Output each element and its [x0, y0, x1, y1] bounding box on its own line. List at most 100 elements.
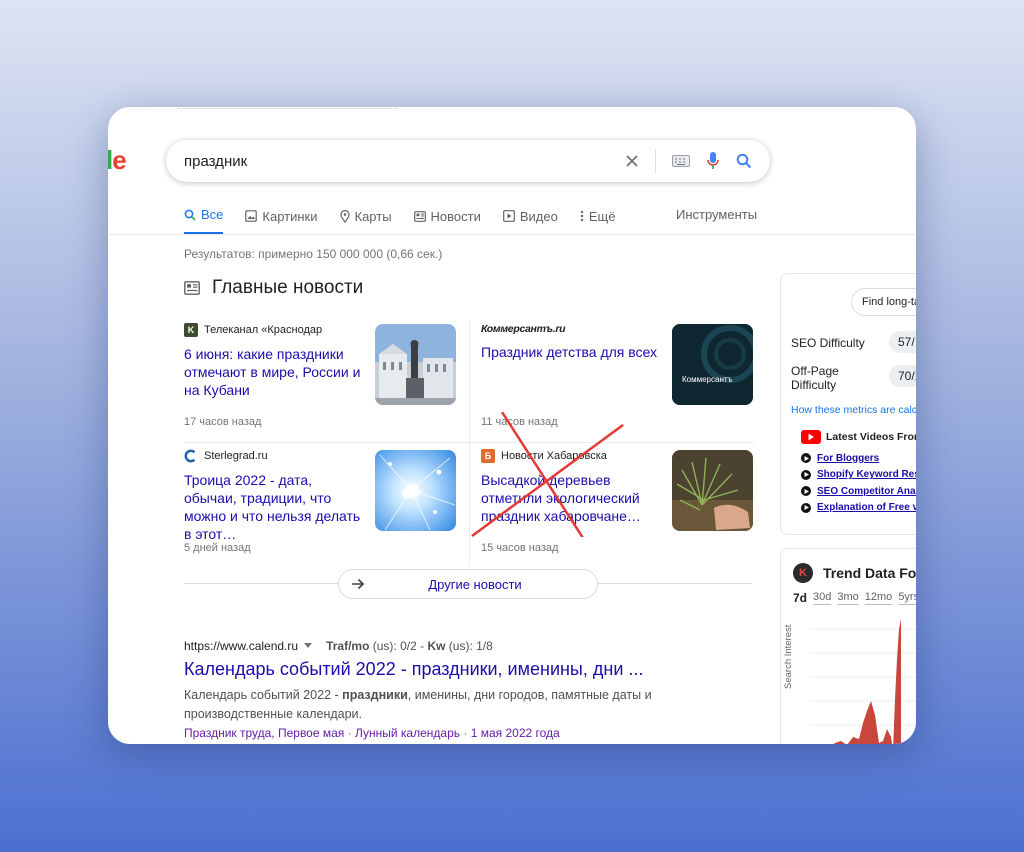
range-5yrs[interactable]: 5yrs [898, 591, 916, 605]
seo-difficulty-label: SEO Difficulty [791, 336, 865, 350]
sitelink[interactable]: Праздник труда, Первое мая [184, 726, 344, 740]
play-icon [801, 502, 811, 513]
keywords-everywhere-logo-icon: K [793, 563, 813, 583]
trend-y-axis-label: Search Interest [783, 624, 794, 689]
traf-label: Traf/mo [326, 639, 370, 653]
search-input[interactable]: праздник [184, 153, 625, 170]
top-edge-fragment [178, 107, 398, 109]
keyboard-icon[interactable] [672, 155, 690, 167]
news-thumbnail[interactable] [375, 450, 456, 531]
play-icon [801, 469, 811, 480]
news-title[interactable]: Троица 2022 - дата, обычаи, традиции, чт… [184, 471, 364, 543]
range-30d[interactable]: 30d [813, 591, 832, 605]
search-icon [184, 209, 196, 221]
krasnodar-favicon-icon: K [184, 323, 198, 337]
find-long-tail-button[interactable]: Find long-ta [851, 288, 916, 316]
news-source-label: Sterlegrad.ru [204, 450, 268, 462]
play-icon [801, 453, 811, 464]
clear-icon[interactable] [625, 154, 639, 168]
results-count: Результатов: примерно 150 000 000 (0,66 … [184, 247, 443, 261]
tools-button[interactable]: Инструменты [676, 207, 757, 222]
voice-search-icon[interactable] [706, 151, 720, 171]
offpage-difficulty-label: Off-Page Difficulty [791, 364, 839, 392]
browser-window: le праздник Все Картинки Карты Новости В… [108, 107, 916, 744]
result-snippet: Календарь событий 2022 - праздники, имен… [184, 688, 652, 721]
traf-value: (us): 0/2 [372, 639, 417, 653]
result-sitelinks: Праздник труда, Первое мая · Лунный кале… [184, 726, 560, 740]
red-cross-mark [471, 412, 624, 537]
tab-label: Все [201, 207, 224, 222]
metrics-help-link[interactable]: How these metrics are calc [791, 404, 916, 416]
news-card[interactable]: Sterlegrad.ru Троица 2022 - дата, обычаи… [184, 446, 456, 568]
tab-label: Картинки [262, 208, 318, 224]
offpage-difficulty-value: 70/1 [889, 365, 916, 387]
image-icon [245, 210, 258, 222]
search-icon[interactable] [736, 153, 752, 169]
more-news-button[interactable]: Другие новости [338, 569, 598, 599]
tab-label: Ещё [588, 208, 616, 224]
result-title[interactable]: Календарь событий 2022 - праздники, имен… [184, 659, 744, 680]
keyword-metrics: Traf/mo (us): 0/2 - Kw (us): 1/8 [326, 639, 493, 653]
more-news: Другие новости [184, 569, 752, 599]
sitelink[interactable]: Лунный календарь [355, 726, 460, 740]
trend-range-selector: 7d 30d 3mo 12mo 5yrs [793, 591, 916, 605]
more-news-label: Другие новости [428, 576, 522, 592]
tabs-divider [108, 234, 916, 235]
tab-label: Видео [519, 208, 558, 224]
seo-metrics-panel: Find long-ta SEO Difficulty 57/ Off-Page… [780, 273, 916, 535]
top-stories-header: Главные новости [184, 277, 363, 299]
news-thumbnail[interactable] [672, 450, 753, 531]
video-link[interactable]: For Bloggers [801, 450, 916, 467]
range-7d[interactable]: 7d [793, 591, 807, 605]
news-time: 15 часов назад [481, 542, 559, 554]
range-3mo[interactable]: 3mo [837, 591, 859, 605]
grid-divider [184, 442, 754, 443]
trend-chart [811, 619, 916, 744]
range-12mo[interactable]: 12mo [864, 591, 893, 605]
trend-header: K Trend Data Fo [793, 563, 916, 583]
trend-data-panel: K Trend Data Fo 7d 30d 3mo 12mo 5yrs Sea… [780, 548, 916, 744]
news-time: 17 часов назад [184, 416, 262, 428]
tab-videos[interactable]: Видео [502, 207, 558, 235]
search-tabs: Все Картинки Карты Новости Видео Ещё [184, 207, 615, 235]
play-icon [801, 486, 811, 497]
result-url[interactable]: https://www.calend.ru [184, 639, 298, 653]
map-pin-icon [339, 209, 350, 223]
google-logo-fragment[interactable]: le [108, 145, 127, 176]
arrow-right-icon [352, 578, 365, 590]
news-thumbnail[interactable] [375, 324, 456, 405]
trend-title: Trend Data Fo [823, 565, 916, 581]
video-list: For Bloggers Shopify Keyword Res SEO Com… [801, 450, 916, 516]
top-stories-title: Главные новости [212, 277, 364, 298]
seo-difficulty-value: 57/ [889, 331, 916, 353]
result-url-row: https://www.calend.ru Traf/mo (us): 0/2 … [184, 639, 744, 653]
play-icon [502, 210, 515, 222]
search-box[interactable]: праздник [166, 140, 770, 182]
kw-label: Kw [427, 639, 446, 653]
news-time: 5 дней назад [184, 542, 251, 554]
tab-images[interactable]: Картинки [245, 207, 318, 235]
more-vertical-icon [580, 210, 584, 222]
tab-label: Карты [354, 208, 392, 224]
search-result: https://www.calend.ru Traf/mo (us): 0/2 … [184, 639, 744, 740]
thumbnail-caption: Коммерсантъ [682, 375, 733, 384]
news-source-label: Телеканал «Краснодар [204, 324, 323, 336]
latest-videos-header: Latest Videos From [801, 430, 916, 444]
tab-more[interactable]: Ещё [580, 207, 616, 235]
news-thumbnail[interactable]: Коммерсантъ [672, 324, 753, 405]
video-link[interactable]: Explanation of Free v [801, 500, 916, 517]
tab-all[interactable]: Все [184, 207, 224, 235]
news-title[interactable]: 6 июня: какие праздники отмечают в мире,… [184, 345, 364, 399]
news-grid: K Телеканал «Краснодар 6 июня: какие пра… [184, 320, 754, 565]
sitelink[interactable]: 1 мая 2022 года [471, 726, 560, 740]
tab-maps[interactable]: Карты [339, 207, 392, 235]
dropdown-arrow-icon[interactable] [304, 643, 313, 649]
video-link[interactable]: Shopify Keyword Res [801, 467, 916, 484]
newspaper-icon [413, 210, 426, 222]
youtube-icon [801, 430, 821, 444]
sterlegrad-favicon-icon [184, 449, 198, 463]
news-card[interactable]: K Телеканал «Краснодар 6 июня: какие пра… [184, 320, 456, 442]
news-title[interactable]: Праздник детства для всех [481, 343, 661, 361]
tab-news[interactable]: Новости [413, 207, 481, 235]
video-link[interactable]: SEO Competitor Anal [801, 483, 916, 500]
